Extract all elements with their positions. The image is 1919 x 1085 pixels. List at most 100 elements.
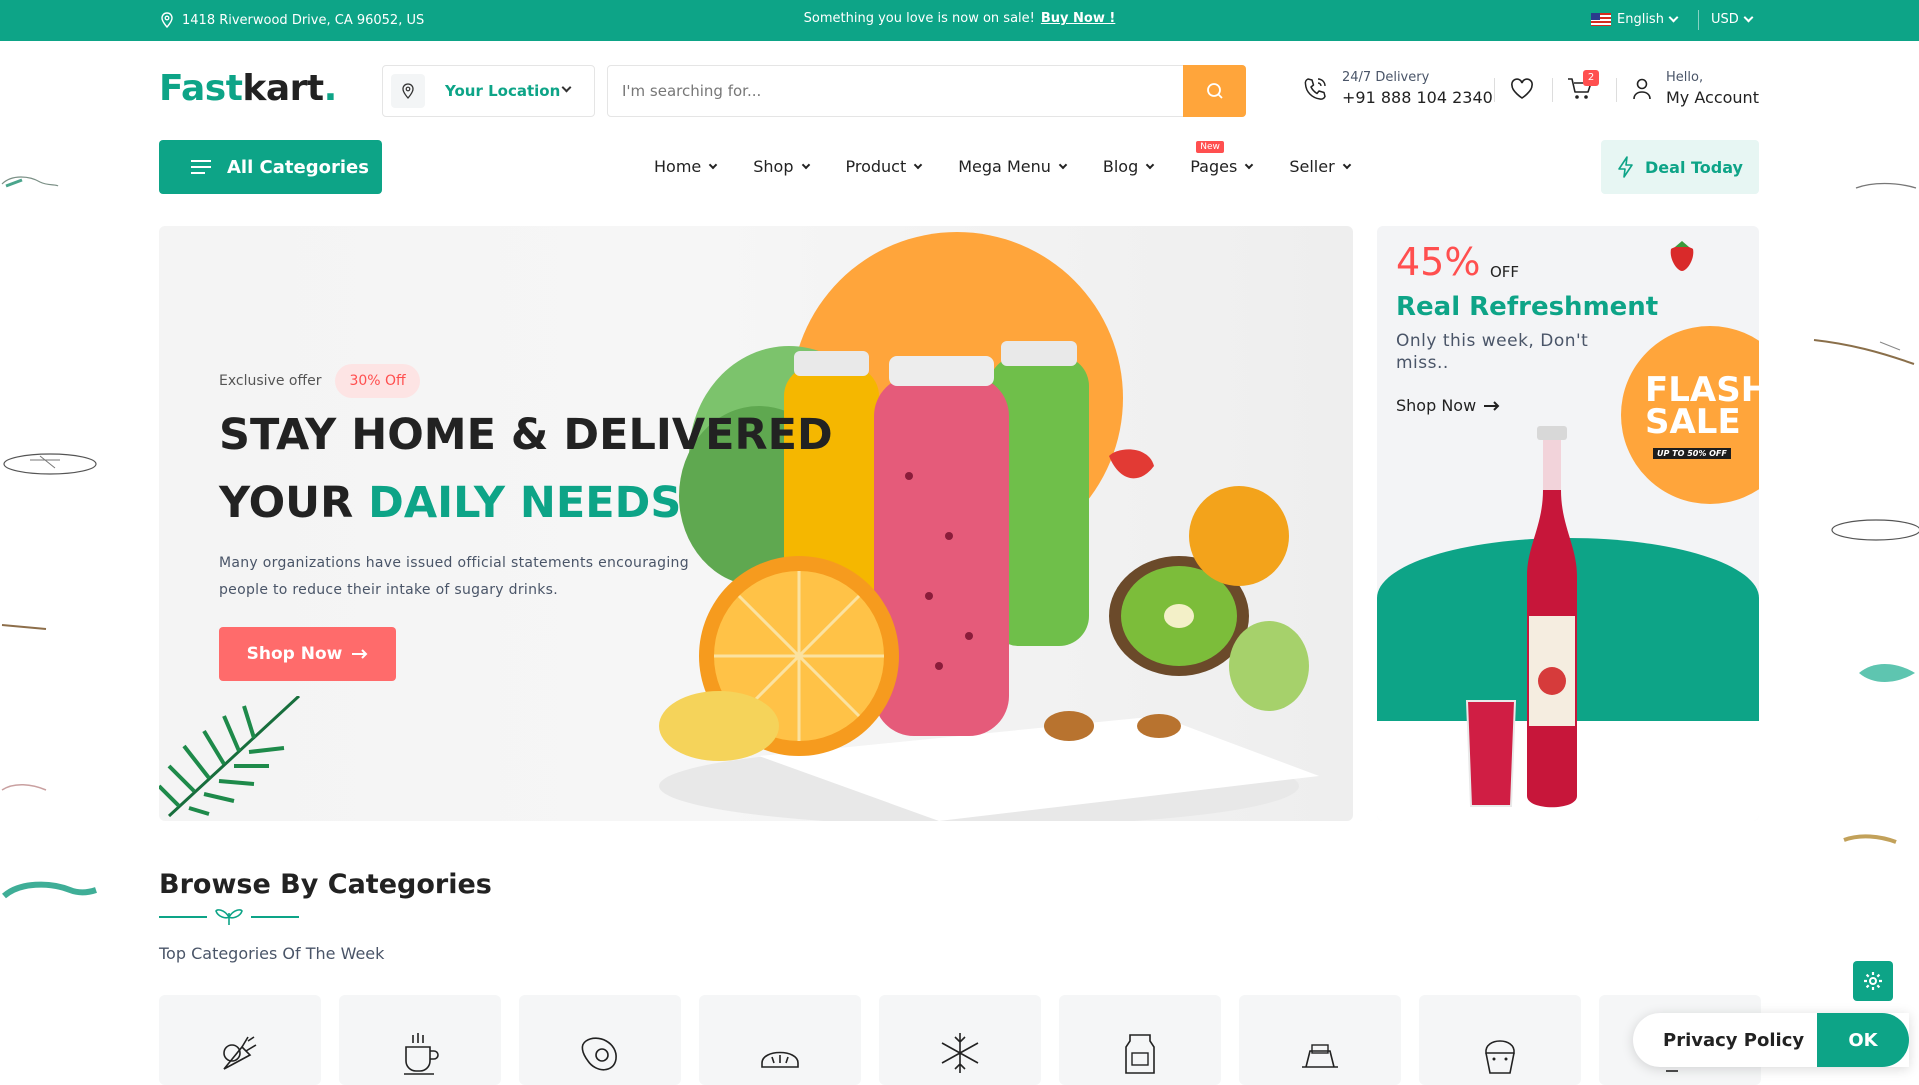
top-bar: 1418 Riverwood Drive, CA 96052, US Somet… bbox=[0, 0, 1919, 41]
side-off-label: OFF bbox=[1490, 263, 1520, 281]
language-selector[interactable]: English bbox=[1591, 12, 1679, 27]
nav-item-shop[interactable]: Shop bbox=[753, 157, 810, 176]
title-underline bbox=[159, 916, 207, 918]
nav-label: Seller bbox=[1289, 157, 1335, 176]
location-label: Your Location bbox=[445, 82, 561, 100]
privacy-policy-link[interactable]: Privacy Policy bbox=[1663, 1030, 1804, 1051]
currency-selector[interactable]: USD bbox=[1711, 12, 1754, 27]
hero-title-line1: STAY HOME & DELIVERED bbox=[219, 410, 833, 460]
nav-item-mega-menu[interactable]: Mega Menu bbox=[958, 157, 1068, 176]
nav-item-blog[interactable]: Blog bbox=[1103, 157, 1155, 176]
search-button[interactable] bbox=[1183, 65, 1246, 117]
leaf-icon bbox=[215, 909, 243, 925]
flash-sale-sub: UP TO 50% OFF bbox=[1653, 448, 1731, 459]
nav-item-product[interactable]: Product bbox=[845, 157, 923, 176]
decorative-sketch bbox=[2, 881, 97, 899]
chevron-down-icon bbox=[1668, 12, 1679, 23]
flash-sale-text: FLASH SALE bbox=[1645, 373, 1759, 442]
side-banner[interactable]: FLASH SALE UP TO 50% OFF 45% OFF Real Ref… bbox=[1377, 226, 1759, 821]
chevron-down-icon bbox=[561, 82, 572, 93]
chevron-down-icon bbox=[709, 160, 718, 169]
category-card[interactable] bbox=[879, 995, 1041, 1085]
chevron-down-icon bbox=[1058, 160, 1068, 169]
language-label: English bbox=[1617, 12, 1664, 27]
nav-label: Home bbox=[654, 157, 702, 176]
ok-button[interactable]: OK bbox=[1817, 1013, 1909, 1067]
cupcake-icon bbox=[1485, 1040, 1515, 1074]
category-card[interactable] bbox=[699, 995, 861, 1085]
strawberry-image bbox=[1670, 241, 1694, 271]
account-menu[interactable]: Hello, My Account bbox=[1632, 70, 1759, 107]
currency-label: USD bbox=[1711, 12, 1739, 27]
decorative-sketch bbox=[1, 176, 59, 188]
lightning-icon bbox=[1618, 156, 1633, 178]
delivery-label: 24/7 Delivery bbox=[1342, 70, 1430, 85]
side-title: Real Refreshment bbox=[1396, 292, 1659, 322]
heart-icon[interactable] bbox=[1510, 78, 1534, 100]
chevron-down-icon bbox=[1146, 160, 1155, 169]
decorative-sketch bbox=[1813, 339, 1915, 365]
hero-tag: Exclusive offer 30% Off bbox=[219, 364, 420, 398]
milk-carton-icon bbox=[1125, 1034, 1155, 1074]
user-icon bbox=[1633, 78, 1651, 99]
coffee-cup-icon bbox=[404, 1033, 439, 1075]
arrow-right-icon bbox=[1484, 400, 1500, 411]
category-card[interactable] bbox=[1239, 995, 1401, 1085]
delivery-phone[interactable]: +91 888 104 2340 bbox=[1342, 88, 1493, 107]
hero-shop-now-button[interactable]: Shop Now bbox=[219, 627, 396, 681]
all-categories-button[interactable]: All Categories bbox=[159, 140, 382, 194]
nav-item-home[interactable]: Home bbox=[654, 157, 718, 176]
location-selector[interactable]: Your Location bbox=[382, 65, 595, 117]
logo[interactable]: Fastkart. bbox=[159, 68, 337, 109]
search-input[interactable] bbox=[622, 66, 1182, 116]
deal-today-button[interactable]: Deal Today bbox=[1601, 140, 1759, 194]
side-subtitle: Only this week, Don't miss.. bbox=[1396, 331, 1589, 373]
deal-today-label: Deal Today bbox=[1645, 157, 1743, 177]
side-shop-now-label: Shop Now bbox=[1396, 396, 1477, 415]
main-nav: Home Shop Product Mega Menu Blog New Page… bbox=[654, 141, 1387, 176]
palm-leaf-image bbox=[159, 696, 301, 818]
buy-now-link[interactable]: Buy Now ! bbox=[1041, 11, 1115, 26]
divider bbox=[1698, 10, 1699, 30]
settings-button[interactable] bbox=[1853, 961, 1893, 1001]
chevron-down-icon bbox=[1743, 12, 1754, 23]
hero-title-highlight: DAILY NEEDS bbox=[368, 478, 682, 528]
category-card[interactable] bbox=[159, 995, 321, 1085]
nav-item-seller[interactable]: Seller bbox=[1289, 157, 1351, 176]
meat-icon bbox=[581, 1037, 617, 1071]
category-card[interactable] bbox=[339, 995, 501, 1085]
gear-icon bbox=[1864, 972, 1882, 990]
logo-part2: kart bbox=[242, 68, 324, 109]
flash-line2: SALE bbox=[1645, 402, 1741, 442]
divider bbox=[1616, 78, 1617, 102]
discount-pill: 30% Off bbox=[335, 364, 420, 398]
category-card[interactable] bbox=[1419, 995, 1581, 1085]
decorative-sketch bbox=[1831, 519, 1919, 541]
hero-description: Many organizations have issued official … bbox=[219, 555, 689, 598]
chevron-down-icon bbox=[914, 160, 923, 169]
category-card[interactable] bbox=[1059, 995, 1221, 1085]
cart-count-badge: 2 bbox=[1583, 70, 1599, 86]
side-shop-now-link[interactable]: Shop Now bbox=[1396, 396, 1500, 415]
bread-icon bbox=[761, 1051, 799, 1068]
nav-label: Mega Menu bbox=[958, 157, 1051, 176]
menu-icon bbox=[191, 160, 211, 174]
logo-dot: . bbox=[323, 68, 338, 109]
category-card[interactable] bbox=[519, 995, 681, 1085]
arrow-right-icon bbox=[352, 649, 368, 659]
vegetables-icon bbox=[223, 1036, 257, 1070]
nav-label: Product bbox=[845, 157, 907, 176]
nav-label: Shop bbox=[753, 157, 794, 176]
decorative-sketch bbox=[1, 784, 47, 791]
drink-bottle-image bbox=[1465, 426, 1577, 808]
snowflake-icon bbox=[941, 1033, 979, 1073]
decorative-sketch bbox=[3, 453, 97, 475]
us-flag-icon bbox=[1591, 13, 1611, 26]
account-greeting: Hello, bbox=[1666, 70, 1704, 85]
decorative-sketch bbox=[1859, 664, 1915, 682]
nav-label: Pages bbox=[1190, 157, 1238, 176]
nav-item-pages[interactable]: New Pages bbox=[1190, 141, 1254, 176]
search-icon bbox=[1206, 83, 1223, 99]
shop-now-label: Shop Now bbox=[246, 644, 343, 664]
browse-subtitle: Top Categories Of The Week bbox=[159, 944, 385, 963]
